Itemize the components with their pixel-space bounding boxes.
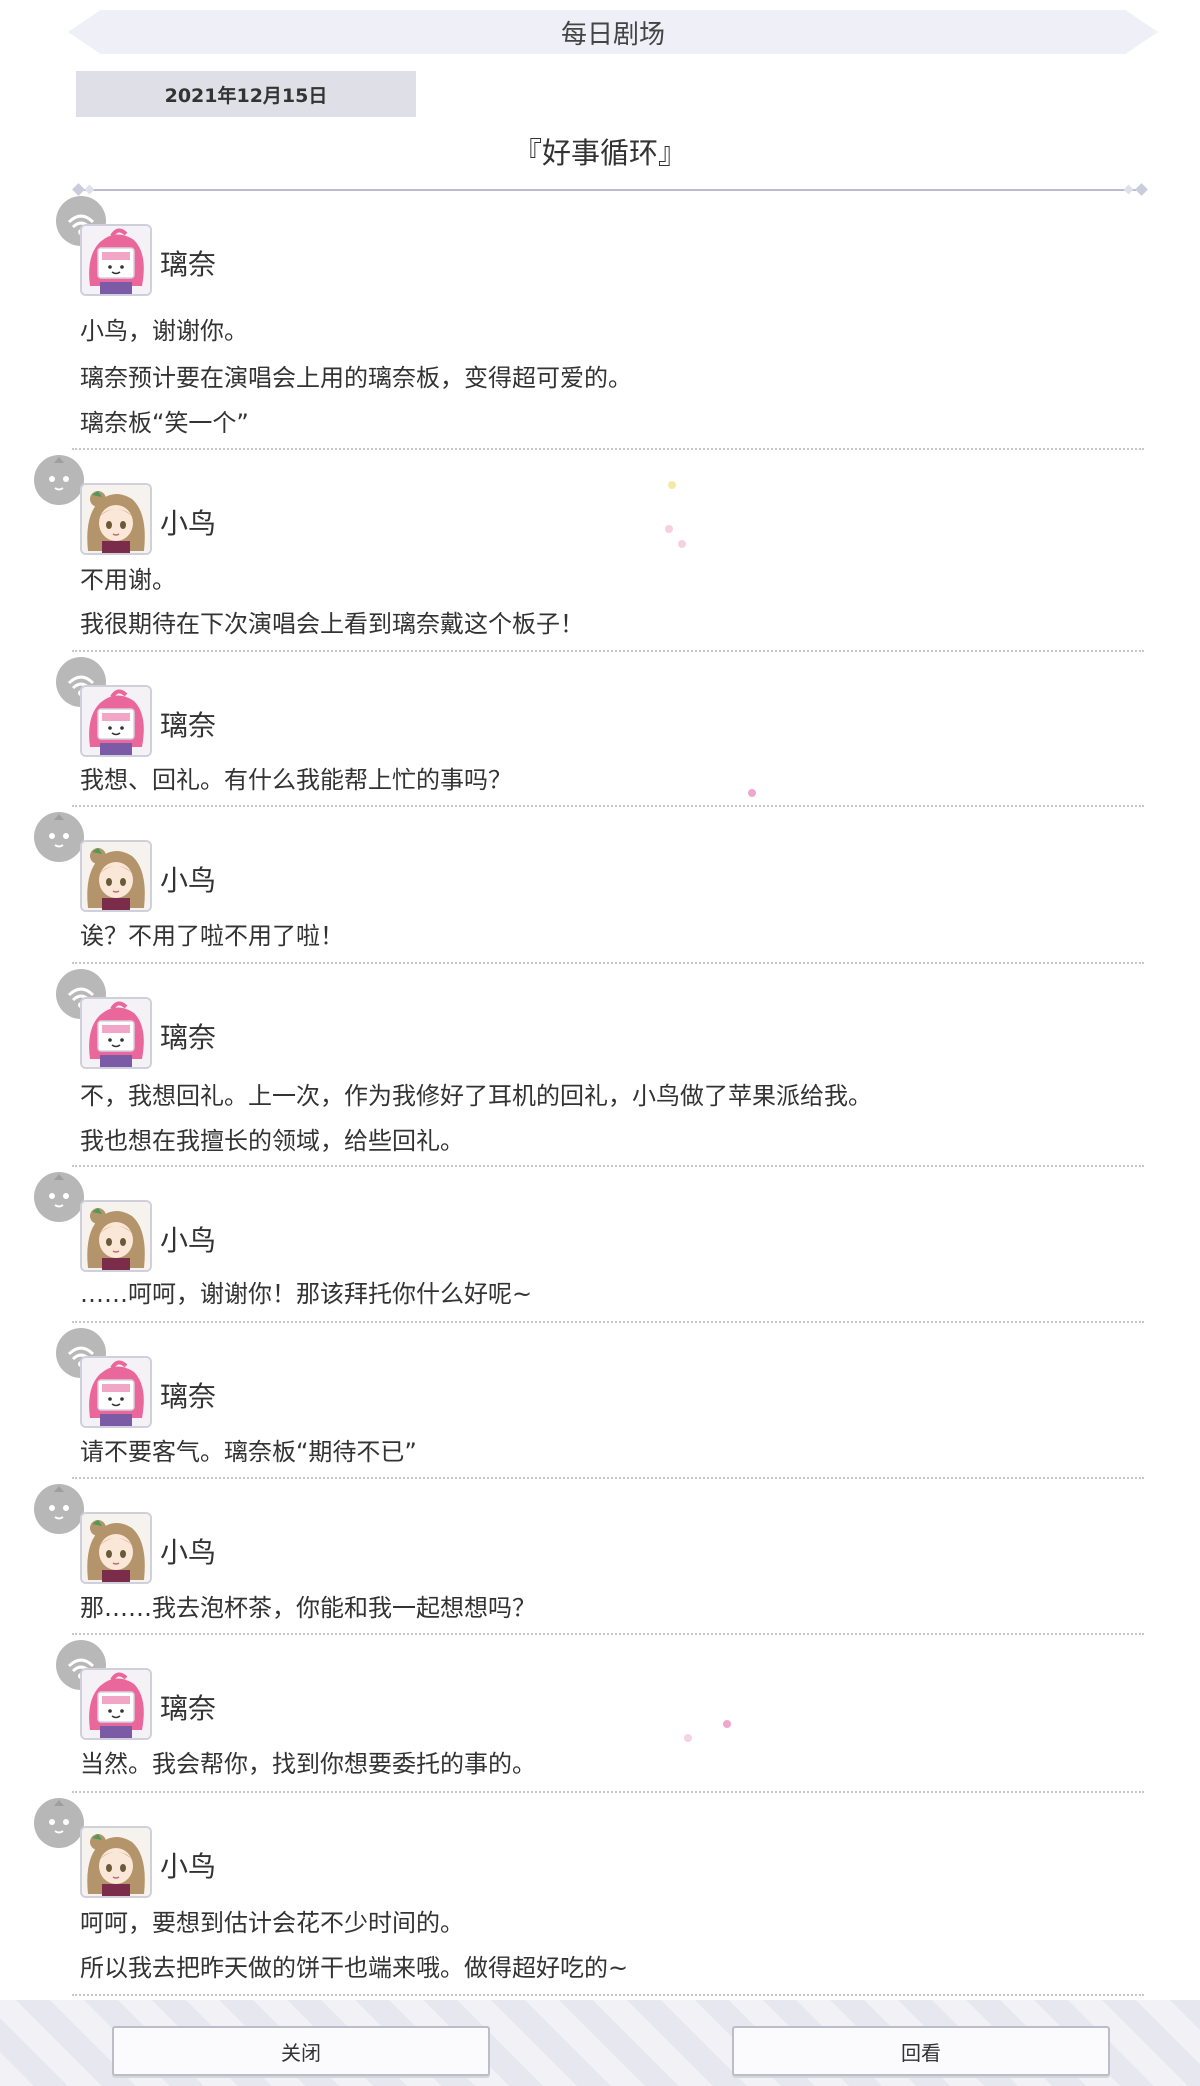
kotori-corner-icon [34,1484,84,1534]
entry-separator [72,1633,1144,1635]
dialogue-line: 我想、回礼。有什么我能帮上忙的事吗？ [80,766,512,794]
dialogue-line: ……呵呵，谢谢你！那该拜托你什么好呢~ [80,1280,533,1308]
replay-button[interactable]: 回看 [732,2026,1110,2076]
kotori-avatar [80,1826,152,1898]
sparkle-decoration [723,1720,731,1728]
dialogue-line: 那……我去泡杯茶，你能和我一起想想吗？ [80,1594,536,1622]
date-badge: 2021年12月15日 [76,71,416,117]
sparkle-decoration [665,525,673,533]
speaker-name: 小鸟 [160,864,217,897]
rina-avatar [80,224,152,296]
dialogue-line: 当然。我会帮你，找到你想要委托的事的。 [80,1750,536,1778]
entry-separator [72,650,1144,652]
kotori-corner-icon [34,455,84,505]
dialogue-line: 诶？不用了啦不用了啦！ [80,922,344,950]
rina-avatar [80,1356,152,1428]
dialogue-line: 我很期待在下次演唱会上看到璃奈戴这个板子！ [80,610,584,638]
episode-title: 『好事循环』 [512,136,687,170]
title-divider [72,183,1148,196]
entry-separator [72,1165,1144,1167]
speaker-name: 璃奈 [160,248,217,281]
entry-separator [72,1477,1144,1479]
dialogue-line: 呵呵，要想到估计会花不少时间的。 [80,1909,464,1937]
header-bar: 每日剧场 [68,10,1158,54]
kotori-corner-icon [34,1798,84,1848]
sparkle-decoration [678,540,686,548]
dialogue-line: 请不要客气。璃奈板“期待不已” [80,1438,417,1466]
dialogue-line: 所以我去把昨天做的饼干也端来哦。做得超好吃的~ [80,1954,629,1982]
dialogue-line: 小鸟，谢谢你。 [80,317,248,345]
dialogue-line: 不用谢。 [80,566,176,594]
sparkle-decoration [668,481,676,489]
kotori-corner-icon [34,1172,84,1222]
sparkle-decoration [748,789,756,797]
rina-avatar [80,685,152,757]
close-button[interactable]: 关闭 [112,2026,490,2076]
kotori-avatar [80,483,152,555]
speaker-name: 小鸟 [160,1536,217,1569]
entry-separator [72,1321,1144,1323]
speaker-name: 璃奈 [160,1692,217,1725]
kotori-avatar [80,840,152,912]
speaker-name: 小鸟 [160,507,217,540]
rina-avatar [80,997,152,1069]
dialogue-line: 不，我想回礼。上一次，作为我修好了耳机的回礼，小鸟做了苹果派给我。 [80,1082,872,1110]
dialogue-line: 我也想在我擅长的领域，给些回礼。 [80,1127,464,1155]
rina-avatar [80,1668,152,1740]
entry-separator [72,962,1144,964]
dialogue-line: 璃奈预计要在演唱会上用的璃奈板，变得超可爱的。 [80,364,632,392]
header-title: 每日剧场 [560,19,665,50]
kotori-avatar [80,1512,152,1584]
speaker-name: 璃奈 [160,1380,217,1413]
entry-separator [72,1791,1144,1793]
speaker-name: 璃奈 [160,1021,217,1054]
entry-separator [72,1994,1144,1996]
entry-separator [72,448,1144,450]
speaker-name: 璃奈 [160,709,217,742]
kotori-avatar [80,1200,152,1272]
dialogue-line: 璃奈板“笑一个” [80,409,249,437]
kotori-corner-icon [34,812,84,862]
entry-separator [72,805,1144,807]
speaker-name: 小鸟 [160,1850,217,1883]
sparkle-decoration [684,1734,692,1742]
speaker-name: 小鸟 [160,1224,217,1257]
